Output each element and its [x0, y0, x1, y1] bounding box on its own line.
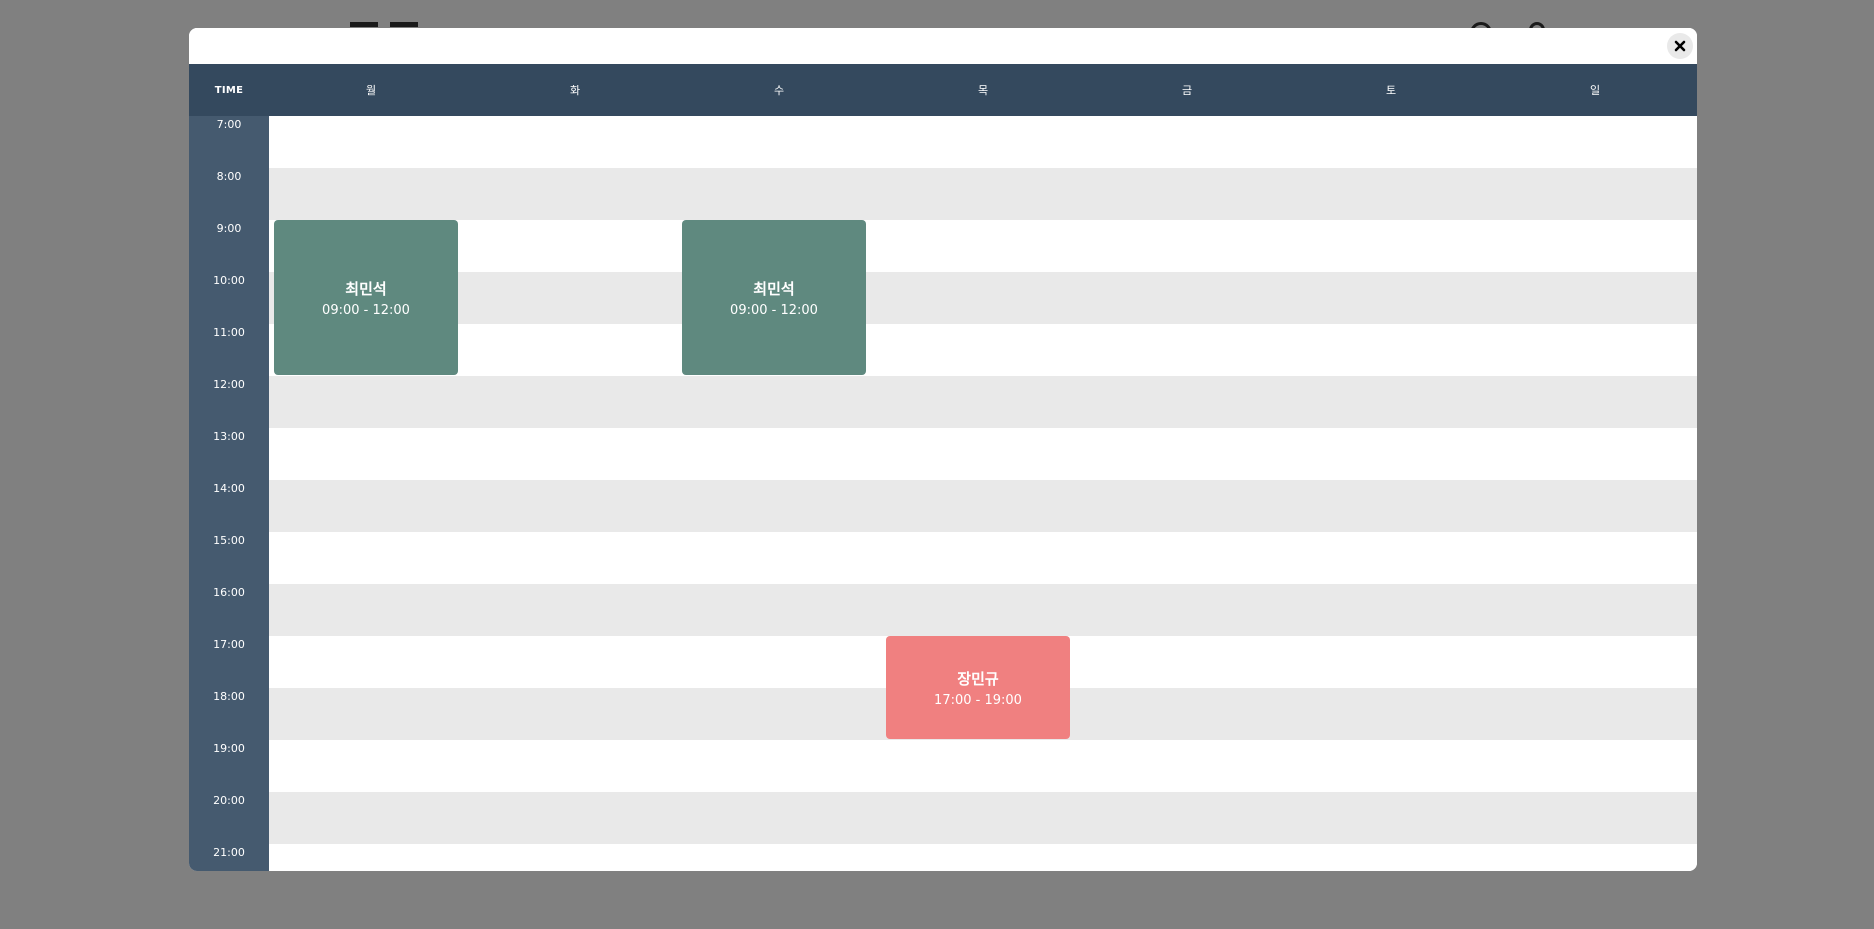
hour-row[interactable] — [269, 532, 1697, 584]
schedule-grid: 최민석 09:00 - 12:00 최민석 09:00 - 12:00 장민규 17:00… — [269, 116, 1697, 871]
time-label: 10:00 — [213, 274, 245, 287]
schedule-event[interactable]: 장민규 17:00 - 19:00 — [886, 636, 1070, 739]
time-label: 12:00 — [213, 378, 245, 391]
hour-row[interactable] — [269, 792, 1697, 844]
time-label: 21:00 — [213, 846, 245, 859]
day-header: 일 — [1589, 84, 1601, 97]
modal-topbar — [189, 28, 1697, 64]
time-column-header: TIME — [214, 84, 244, 96]
hour-row[interactable] — [269, 116, 1697, 168]
day-header: 목 — [977, 84, 989, 97]
hour-row[interactable] — [269, 324, 1697, 376]
hour-row[interactable] — [269, 480, 1697, 532]
time-label: 13:00 — [213, 430, 245, 443]
time-label: 19:00 — [213, 742, 245, 755]
day-header: 금 — [1181, 84, 1193, 97]
schedule-body: 7:00 8:00 9:00 10:00 11:00 12:00 13:00 14:00 15:… — [189, 116, 1697, 871]
hour-row[interactable] — [269, 220, 1697, 272]
event-time: 17:00 - 19:00 — [934, 692, 1022, 708]
hour-row[interactable] — [269, 376, 1697, 428]
time-label: 7:00 — [216, 118, 242, 131]
event-name: 최민석 — [753, 279, 795, 298]
hour-row[interactable] — [269, 428, 1697, 480]
event-time: 09:00 - 12:00 — [322, 302, 410, 318]
event-name: 최민석 — [345, 279, 387, 298]
event-time: 09:00 - 12:00 — [730, 302, 818, 318]
hour-row[interactable] — [269, 844, 1697, 871]
time-label: 17:00 — [213, 638, 245, 651]
time-label: 8:00 — [216, 170, 242, 183]
schedule-event[interactable]: 최민석 09:00 - 12:00 — [682, 220, 866, 375]
time-label: 18:00 — [213, 690, 245, 703]
time-label: 9:00 — [216, 222, 242, 235]
time-label: 11:00 — [213, 326, 245, 339]
schedule-header: TIME 월 화 수 목 금 토 일 — [189, 64, 1697, 116]
event-name: 장민규 — [957, 669, 999, 688]
time-label: 16:00 — [213, 586, 245, 599]
day-header: 토 — [1385, 84, 1397, 97]
schedule-event[interactable]: 최민석 09:00 - 12:00 — [274, 220, 458, 375]
close-button[interactable] — [1667, 33, 1693, 59]
day-headers: 월화수목금토일 — [269, 64, 1697, 116]
background-page-title — [350, 12, 430, 28]
hour-row[interactable] — [269, 168, 1697, 220]
time-label: 15:00 — [213, 534, 245, 547]
close-icon — [1674, 40, 1686, 52]
day-header: 월 — [365, 84, 377, 97]
time-label: 20:00 — [213, 794, 245, 807]
day-header: 수 — [773, 84, 785, 97]
day-header: 화 — [569, 84, 581, 97]
schedule-modal: TIME 월 화 수 목 금 토 일 7:00 8:00 9:00 10:00 11:00 12:00… — [189, 28, 1697, 871]
hour-row[interactable] — [269, 740, 1697, 792]
hour-row[interactable] — [269, 584, 1697, 636]
hour-row[interactable] — [269, 272, 1697, 324]
time-column: 7:00 8:00 9:00 10:00 11:00 12:00 13:00 14:00 15:… — [189, 116, 269, 871]
time-label: 14:00 — [213, 482, 245, 495]
